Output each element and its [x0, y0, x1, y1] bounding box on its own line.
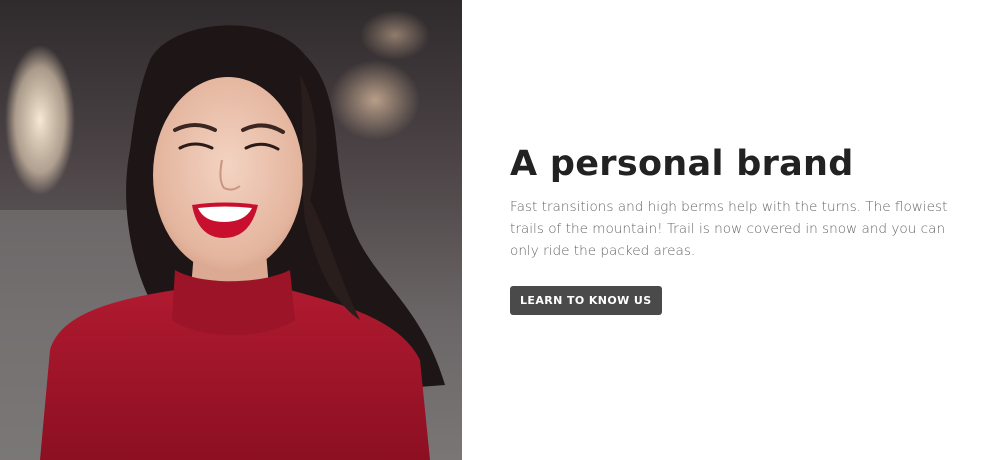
- hero-content: A personal brand Fast transitions and hi…: [462, 0, 1000, 460]
- hero-photo: [0, 0, 462, 460]
- hero-section: A personal brand Fast transitions and hi…: [0, 0, 1000, 460]
- hero-headline: A personal brand: [510, 144, 854, 184]
- hero-body-text: Fast transitions and high berms help wit…: [510, 199, 948, 259]
- learn-to-know-us-button[interactable]: LEARN TO KNOW US: [510, 286, 662, 315]
